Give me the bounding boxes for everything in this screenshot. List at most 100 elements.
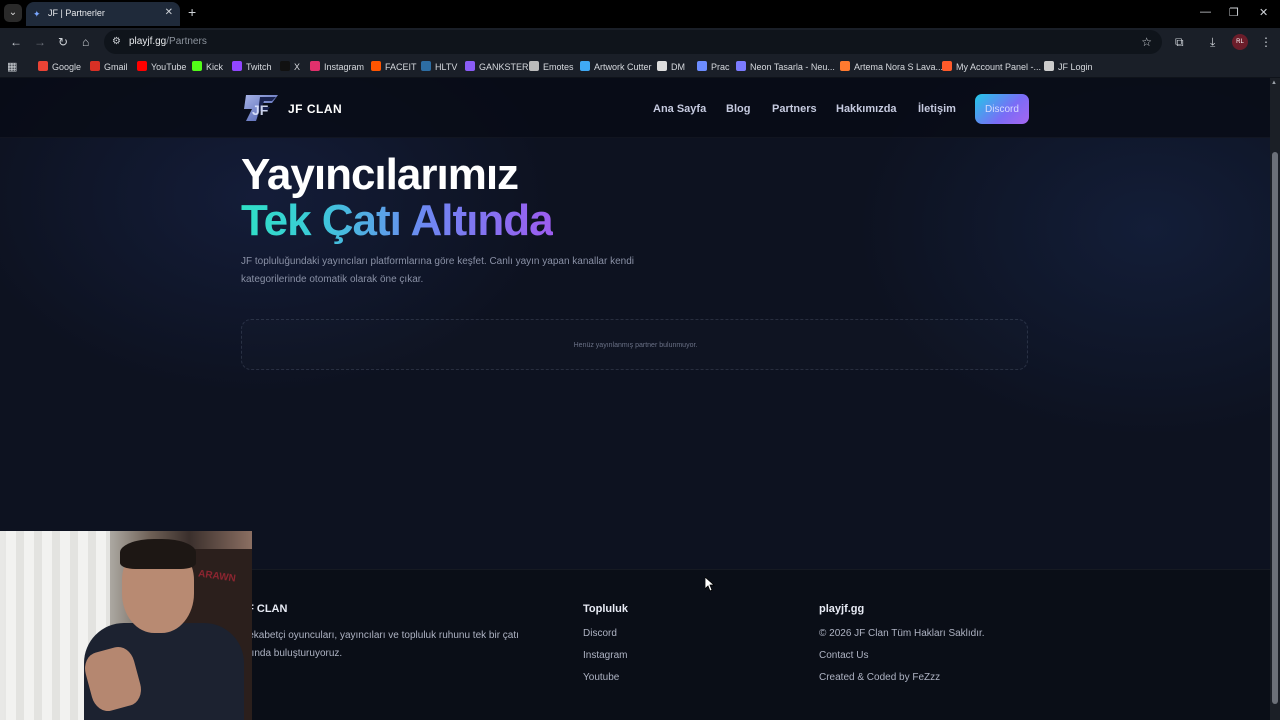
footer-site-title: playjf.gg <box>819 603 865 615</box>
url-text: playjf.gg/Partners <box>129 36 207 47</box>
bookmark-item[interactable]: YouTube <box>137 61 186 72</box>
nav-link-hakkimizda[interactable]: Hakkımızda <box>836 103 897 115</box>
window-close-icon[interactable]: ✕ <box>1259 6 1268 19</box>
bookmark-label: Artema Nora S Lava... <box>854 62 944 72</box>
bookmark-item[interactable]: Emotes <box>529 61 574 72</box>
bookmark-label: JF Login <box>1058 62 1093 72</box>
bookmark-label: HLTV <box>435 62 458 72</box>
bookmark-label: GANKSTER <box>479 62 529 72</box>
bookmark-favicon-icon <box>580 61 590 71</box>
bookmark-favicon-icon <box>421 61 431 71</box>
bookmark-label: Artwork Cutter <box>594 62 652 72</box>
bookmark-favicon-icon <box>280 61 290 71</box>
footer-link-discord[interactable]: Discord <box>583 628 617 639</box>
partners-empty-state: Henüz yayınlanmış partner bulunmuyor. <box>241 319 1028 370</box>
bookmark-label: My Account Panel -... <box>956 62 1042 72</box>
back-icon[interactable]: ← <box>10 35 22 49</box>
address-bar[interactable]: ⚙ playjf.gg/Partners ☆ <box>104 30 1162 54</box>
forward-icon[interactable]: → <box>34 35 46 49</box>
bookmark-favicon-icon <box>137 61 147 71</box>
footer-brand-text-2: altında buluşturuyoruz. <box>241 648 343 659</box>
minimize-icon[interactable]: — <box>1200 6 1211 18</box>
profile-avatar[interactable]: RL <box>1232 34 1248 50</box>
bookmark-item[interactable]: Instagram <box>310 61 364 72</box>
bookmark-favicon-icon <box>90 61 100 71</box>
tab-search-icon[interactable]: ⌄ <box>4 4 22 22</box>
bookmark-favicon-icon <box>840 61 850 71</box>
bookmark-item[interactable]: X <box>280 61 300 72</box>
bookmark-star-icon[interactable]: ☆ <box>1141 35 1152 49</box>
hero-title-line2: Tek Çatı Altında <box>241 196 554 245</box>
download-icon[interactable]: ⤓ <box>1210 35 1215 49</box>
browser-tab[interactable]: ✦ JF | Partnerler ✕ <box>26 2 180 26</box>
bookmark-label: Neon Tasarla - Neu... <box>750 62 835 72</box>
bookmark-label: FACEIT <box>385 62 417 72</box>
bookmark-favicon-icon <box>38 61 48 71</box>
tab-title: JF | Partnerler <box>48 8 105 18</box>
bookmark-favicon-icon <box>192 61 202 71</box>
nav-link-partners[interactable]: Partners <box>772 103 817 115</box>
bookmark-favicon-icon <box>657 61 667 71</box>
browser-tab-strip: ⌄ ✦ JF | Partnerler ✕ + — ❐ ✕ <box>0 0 1280 28</box>
nav-link-blog[interactable]: Blog <box>726 103 750 115</box>
bookmark-label: X <box>294 62 301 72</box>
bookmark-item[interactable]: Neon Tasarla - Neu... <box>736 61 835 72</box>
restore-icon[interactable]: ❐ <box>1229 6 1239 19</box>
bookmark-label: YouTube <box>151 62 187 72</box>
brand-name[interactable]: JF CLAN <box>288 102 342 116</box>
bookmark-item[interactable]: FACEIT <box>371 61 417 72</box>
tab-close-icon[interactable]: ✕ <box>165 7 173 18</box>
webcam-person-hair <box>120 539 196 569</box>
site-navbar: JF JF CLAN Ana Sayfa Blog Partners Hakkı… <box>0 78 1270 138</box>
bookmark-item[interactable]: Prac <box>697 61 730 72</box>
bookmark-item[interactable]: DM <box>657 61 685 72</box>
jf-logo-icon[interactable]: JF <box>240 91 282 125</box>
hero-description: JF topluluğundaki yayıncıları platformla… <box>241 256 634 285</box>
bookmark-item[interactable]: JF Login <box>1044 61 1093 72</box>
webcam-overlay: ARAWN <box>0 531 252 720</box>
menu-kebab-icon[interactable]: ⋮ <box>1260 35 1272 49</box>
new-tab-icon[interactable]: + <box>188 5 196 19</box>
bookmark-label: Gmail <box>104 62 128 72</box>
bookmark-favicon-icon <box>465 61 475 71</box>
bookmark-label: DM <box>671 62 685 72</box>
extensions-icon[interactable]: ⧉ <box>1175 35 1184 49</box>
bookmark-label: Instagram <box>324 62 365 72</box>
bookmark-item[interactable]: HLTV <box>421 61 457 72</box>
bookmark-label: Google <box>52 62 82 72</box>
footer-brand-text-1: Rekabetçi oyuncuları, yayıncıları ve top… <box>241 630 519 641</box>
nav-link-ana-sayfa[interactable]: Ana Sayfa <box>653 103 706 115</box>
bookmark-item[interactable]: Twitch <box>232 61 272 72</box>
mouse-cursor-icon <box>705 577 715 592</box>
home-icon[interactable]: ⌂ <box>82 35 89 49</box>
hero-title-line1: Yayıncılarımız <box>241 150 519 199</box>
bookmark-favicon-icon <box>310 61 320 71</box>
apps-grid-icon[interactable]: ▦ <box>7 60 17 73</box>
bookmark-item[interactable]: Artema Nora S Lava... <box>840 61 943 72</box>
discord-button[interactable]: Discord <box>975 94 1029 124</box>
footer-contact-link[interactable]: Contact Us <box>819 650 868 661</box>
browser-toolbar: ← → ↻ ⌂ ⚙ playjf.gg/Partners ☆ ⧉ ⤓ RL ⋮ <box>0 28 1280 56</box>
bookmark-item[interactable]: Google <box>38 61 81 72</box>
bookmark-favicon-icon <box>232 61 242 71</box>
jf-favicon-icon: ✦ <box>33 9 41 19</box>
reload-icon[interactable]: ↻ <box>58 35 68 49</box>
empty-state-message: Henüz yayınlanmış partner bulunmuyor. <box>573 342 698 349</box>
scroll-up-arrow-icon[interactable]: ▲ <box>1271 80 1277 86</box>
bookmark-item[interactable]: GANKSTER <box>465 61 529 72</box>
bookmark-item[interactable]: Gmail <box>90 61 128 72</box>
bookmarks-bar: ▦ Google Gmail YouTube Kick Twitch X Instagram… <box>0 56 1280 78</box>
nav-link-iletisim[interactable]: İletişim <box>918 103 956 115</box>
bookmark-item[interactable]: My Account Panel -... <box>942 61 1041 72</box>
bookmark-item[interactable]: Artwork Cutter <box>580 61 652 72</box>
page-scrollbar-thumb[interactable] <box>1272 152 1278 704</box>
bookmark-favicon-icon <box>529 61 539 71</box>
bookmark-label: Twitch <box>246 62 272 72</box>
footer-link-instagram[interactable]: Instagram <box>583 650 627 661</box>
bookmark-favicon-icon <box>697 61 707 71</box>
bookmark-label: Prac <box>711 62 730 72</box>
bookmark-favicon-icon <box>942 61 952 71</box>
footer-link-youtube[interactable]: Youtube <box>583 672 619 683</box>
bookmark-item[interactable]: Kick <box>192 61 223 72</box>
site-info-icon[interactable]: ⚙ <box>112 36 121 47</box>
